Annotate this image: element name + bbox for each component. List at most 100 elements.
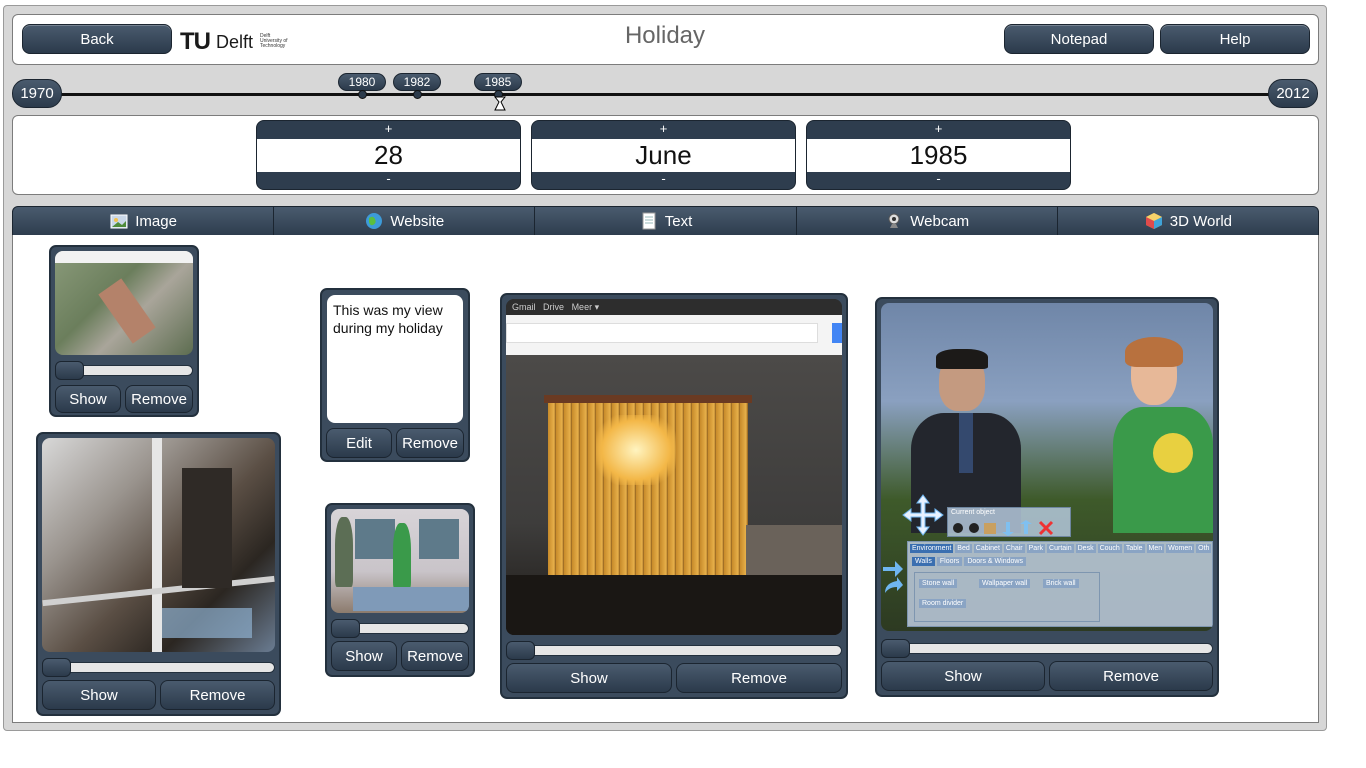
world-tab-park[interactable]: Park bbox=[1026, 544, 1046, 553]
world-tab-bed[interactable]: Bed bbox=[955, 544, 972, 553]
aerial-thumbnail bbox=[55, 251, 193, 355]
globe-icon bbox=[366, 213, 383, 229]
help-button[interactable]: Help bbox=[1160, 24, 1310, 54]
world-card[interactable]: Current object Environment Bed Cabinet C… bbox=[875, 297, 1219, 697]
website-show-button[interactable]: Show bbox=[506, 663, 672, 693]
webcam-slider[interactable] bbox=[42, 658, 275, 677]
timeline-start[interactable]: 1970 bbox=[12, 79, 62, 108]
tab-text-label: Text bbox=[664, 212, 693, 230]
tab-website-label: Website bbox=[390, 212, 445, 230]
website-card[interactable]: Gmail Drive Meer ▾ Show Remove bbox=[500, 293, 848, 699]
tab-image-label: Image bbox=[135, 212, 177, 230]
tab-text[interactable]: Text bbox=[535, 207, 797, 235]
timeline-track[interactable] bbox=[44, 93, 1286, 96]
gmail-link: Gmail bbox=[512, 302, 536, 312]
move-arrows-icon bbox=[902, 494, 944, 536]
year-selector: + 1985 - bbox=[806, 120, 1071, 190]
tab-image[interactable]: Image bbox=[13, 207, 275, 235]
world-slider-knob[interactable] bbox=[881, 639, 910, 658]
year-value: 1985 bbox=[807, 139, 1070, 172]
year-plus-button[interactable]: + bbox=[807, 121, 1070, 139]
world-item-stone-wall[interactable]: Stone wall bbox=[919, 579, 958, 588]
building-photo bbox=[506, 355, 842, 635]
current-object-panel: Current object bbox=[947, 507, 1071, 537]
world-thumbnail: Current object Environment Bed Cabinet C… bbox=[881, 303, 1213, 631]
media-canvas: Show Remove This was my view during my h… bbox=[12, 235, 1319, 723]
world-item-brick-wall[interactable]: Brick wall bbox=[1043, 579, 1079, 588]
world-tab-table[interactable]: Table bbox=[1123, 544, 1145, 553]
webcam-icon bbox=[888, 213, 900, 228]
notepad-icon bbox=[642, 212, 656, 230]
aerial-slider[interactable] bbox=[55, 361, 193, 380]
webcam-slider-knob[interactable] bbox=[42, 658, 71, 677]
aerial-remove-button[interactable]: Remove bbox=[125, 385, 193, 413]
world-small-remove-button[interactable]: Remove bbox=[401, 641, 469, 671]
month-selector: + June - bbox=[531, 120, 796, 190]
aerial-show-button[interactable]: Show bbox=[55, 385, 121, 413]
world-small-slider-knob[interactable] bbox=[331, 619, 360, 638]
tab-3d-world-label: 3D World bbox=[1169, 212, 1233, 230]
year-minus-button[interactable]: - bbox=[807, 171, 1070, 189]
tab-webcam[interactable]: Webcam bbox=[797, 207, 1058, 235]
webcam-show-button[interactable]: Show bbox=[42, 680, 156, 710]
aerial-slider-knob[interactable] bbox=[55, 361, 84, 380]
day-plus-button[interactable]: + bbox=[257, 121, 520, 139]
world-show-button[interactable]: Show bbox=[881, 661, 1045, 691]
world-item-wallpaper-wall[interactable]: Wallpaper wall bbox=[979, 579, 1031, 588]
timeline-mark-1985[interactable]: 1985 bbox=[474, 73, 522, 91]
website-slider-knob[interactable] bbox=[506, 641, 535, 660]
text-card[interactable]: This was my view during my holiday Edit … bbox=[320, 288, 470, 462]
note-remove-button[interactable]: Remove bbox=[396, 428, 464, 458]
browser-toolbar: Gmail Drive Meer ▾ bbox=[506, 299, 842, 315]
world-subtab-doors-windows[interactable]: Doors & Windows bbox=[964, 557, 1026, 566]
world-tab-environment[interactable]: Environment bbox=[910, 544, 954, 553]
day-minus-button[interactable]: - bbox=[257, 171, 520, 189]
world-tab-chair[interactable]: Chair bbox=[1003, 544, 1025, 553]
world-remove-button[interactable]: Remove bbox=[1049, 661, 1213, 691]
timeline-dot-1980[interactable] bbox=[358, 90, 367, 99]
month-plus-button[interactable]: + bbox=[532, 121, 795, 139]
world-subtab-walls[interactable]: Walls bbox=[912, 557, 935, 566]
world-tab-other[interactable]: Oth bbox=[1196, 544, 1212, 553]
world-tab-couch[interactable]: Couch bbox=[1097, 544, 1122, 553]
world-object-menu: Environment Bed Cabinet Chair Park Curta… bbox=[907, 541, 1213, 627]
website-remove-button[interactable]: Remove bbox=[676, 663, 842, 693]
world-tab-men[interactable]: Men bbox=[1146, 544, 1165, 553]
world-tab-desk[interactable]: Desk bbox=[1075, 544, 1096, 553]
tab-3d-world[interactable]: 3D World bbox=[1058, 207, 1318, 235]
meer-link: Meer ▾ bbox=[571, 302, 600, 312]
image-card-aerial[interactable]: Show Remove bbox=[49, 245, 199, 417]
world-category-tabs: Environment Bed Cabinet Chair Park Curta… bbox=[908, 542, 1212, 555]
timeline-mark-1982[interactable]: 1982 bbox=[393, 73, 441, 91]
app-window: Back TU Delft Delft University of Techno… bbox=[3, 5, 1327, 731]
image-icon bbox=[110, 214, 128, 229]
note-edit-button[interactable]: Edit bbox=[326, 428, 392, 458]
world-subtab-floors[interactable]: Floors bbox=[936, 557, 963, 566]
world-slider[interactable] bbox=[881, 639, 1213, 658]
day-selector: + 28 - bbox=[256, 120, 521, 190]
cursor-icon bbox=[494, 96, 506, 111]
girl-avatar bbox=[1113, 337, 1213, 533]
notepad-button[interactable]: Notepad bbox=[1004, 24, 1154, 54]
world-tab-curtain[interactable]: Curtain bbox=[1047, 544, 1074, 553]
world-tab-cabinet[interactable]: Cabinet bbox=[973, 544, 1002, 553]
webcam-card[interactable]: Show Remove bbox=[36, 432, 281, 716]
timeline-dot-1982[interactable] bbox=[413, 90, 422, 99]
website-slider[interactable] bbox=[506, 641, 842, 660]
tab-website[interactable]: Website bbox=[274, 207, 536, 235]
note-text: This was my view during my holiday bbox=[327, 295, 463, 423]
day-value: 28 bbox=[257, 139, 520, 172]
world-tab-women[interactable]: Women bbox=[1166, 544, 1195, 553]
timeline-mark-1980[interactable]: 1980 bbox=[338, 73, 386, 91]
browser-searchbar bbox=[506, 315, 842, 355]
world-card-small[interactable]: Show Remove bbox=[325, 503, 475, 677]
world-small-show-button[interactable]: Show bbox=[331, 641, 397, 671]
world-small-slider[interactable] bbox=[331, 619, 469, 638]
month-minus-button[interactable]: - bbox=[532, 171, 795, 189]
world-items: Stone wall Wallpaper wall Brick wall Roo… bbox=[914, 572, 1100, 622]
webcam-remove-button[interactable]: Remove bbox=[160, 680, 275, 710]
drive-link: Drive bbox=[543, 302, 565, 312]
timeline-end[interactable]: 2012 bbox=[1268, 79, 1318, 108]
world-subtabs: Walls Floors Doors & Windows bbox=[908, 555, 1212, 568]
world-item-room-divider[interactable]: Room divider bbox=[919, 599, 967, 608]
